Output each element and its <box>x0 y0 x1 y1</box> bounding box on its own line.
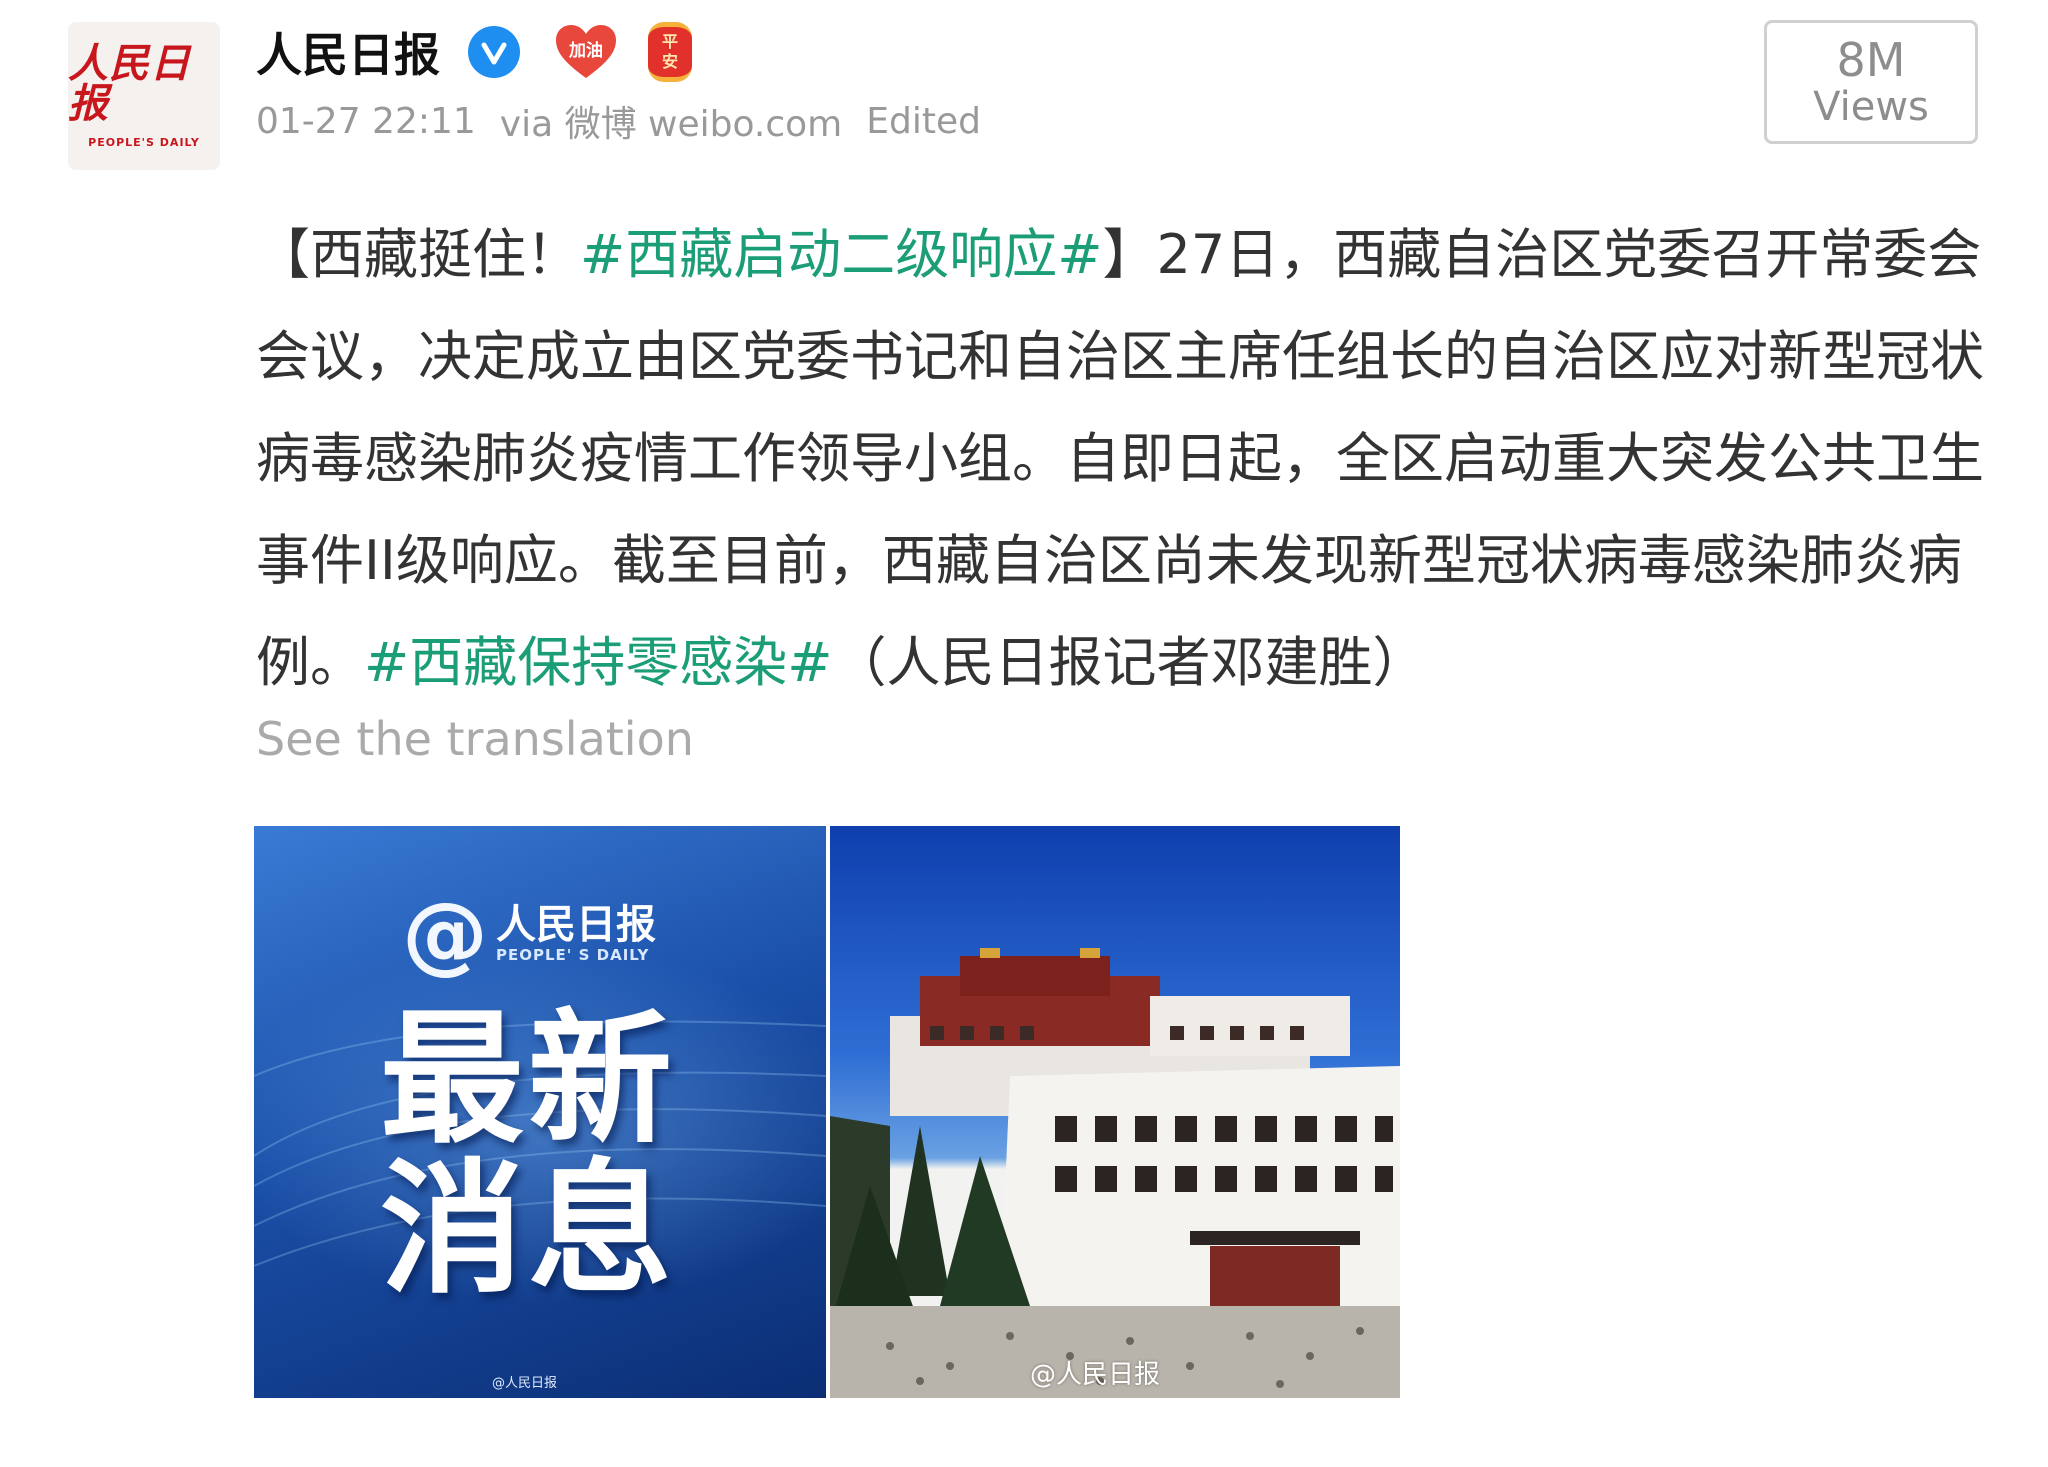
pingan-lantern-badge-icon: 平 安 <box>648 22 692 82</box>
verified-badge-icon <box>468 26 520 78</box>
image-headline-line1: 最新 <box>380 995 677 1163</box>
author-name-row: 人民日报 加油 平 安 <box>256 18 692 86</box>
post-timestamp: 01-27 22:11 <box>256 100 476 142</box>
post-image-latest-news[interactable]: @ 人民日报 PEOPLE' S DAILY 最新 消息 @人民日报 <box>254 826 826 1398</box>
post-source[interactable]: via 微博 weibo.com <box>500 95 842 147</box>
image-watermark: @人民日报 <box>492 1376 558 1391</box>
weibo-at-icon: @ <box>402 884 488 984</box>
avatar-logo-subtext: PEOPLE'S DAILY <box>88 135 200 149</box>
author-avatar[interactable]: 人民日报 PEOPLE'S DAILY <box>68 22 220 170</box>
pingan-char-1: 平 <box>661 32 678 51</box>
avatar-logo-text: 人民日报 <box>68 39 191 127</box>
jiayou-label: 加油 <box>569 41 603 61</box>
see-translation-link[interactable]: See the translation <box>256 712 694 766</box>
views-counter: 8M Views <box>1764 20 1978 144</box>
palace-photo-illustration <box>830 948 1400 1398</box>
jiayou-heart-badge-icon: 加油 <box>554 24 618 80</box>
image-brand-cn: 人民日报 <box>496 902 656 948</box>
pingan-char-2: 安 <box>661 52 678 71</box>
author-name[interactable]: 人民日报 <box>256 19 440 85</box>
image-watermark: @人民日报 <box>1030 1360 1161 1390</box>
post-meta: 01-27 22:11 via 微博 weibo.com Edited <box>256 96 1005 146</box>
post-text-segment: 】27日，西藏自治区党委召开常委会会议，决定成立由区党委书记和自治区主席任组长的… <box>256 223 1984 694</box>
views-count: 8M <box>1836 32 1906 87</box>
weibo-post: 人民日报 PEOPLE'S DAILY 人民日报 加油 平 安 01-27 22… <box>0 0 2048 1467</box>
post-edited-label[interactable]: Edited <box>866 101 981 142</box>
post-text-segment: （人民日报记者邓建胜） <box>832 631 1427 694</box>
image-headline: 最新 消息 <box>380 1004 720 1304</box>
post-body: 【西藏挺住！#西藏启动二级响应#】27日，西藏自治区党委召开常委会会议，决定成立… <box>256 204 1996 714</box>
image-brand-en: PEOPLE' S DAILY <box>496 946 650 964</box>
post-image-potala-palace[interactable]: @人民日报 <box>830 826 1400 1398</box>
post-text-segment: 【西藏挺住！ <box>256 223 580 286</box>
views-label: Views <box>1813 84 1929 131</box>
image-headline-line2: 消息 <box>380 1145 677 1313</box>
hashtag-link[interactable]: #西藏启动二级响应# <box>580 223 1103 286</box>
image-brand: @ 人民日报 PEOPLE' S DAILY <box>402 884 656 984</box>
hashtag-link[interactable]: #西藏保持零感染# <box>364 631 833 694</box>
